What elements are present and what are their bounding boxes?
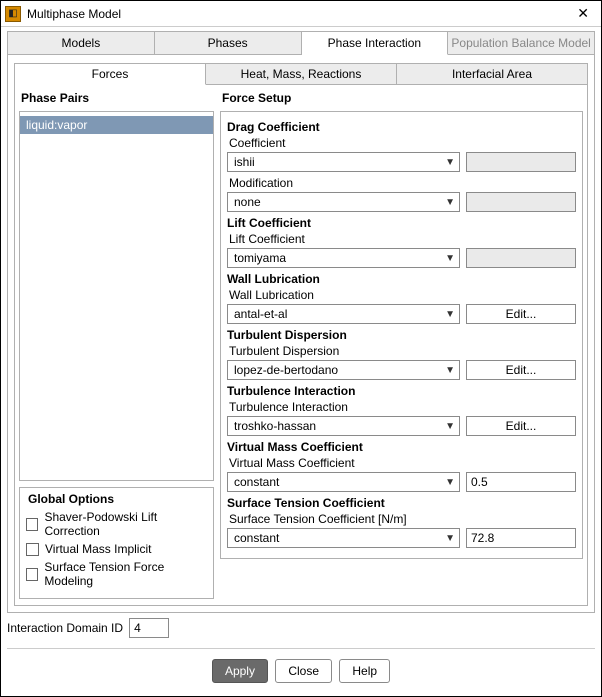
lift-coefficient-header: Lift Coefficient (227, 216, 576, 230)
wall-lubrication-edit-button[interactable]: Edit... (466, 304, 576, 324)
close-button[interactable]: Close (275, 659, 332, 683)
chevron-down-icon: ▼ (445, 421, 455, 432)
tab-models[interactable]: Models (8, 32, 155, 55)
phase-pairs-list[interactable]: liquid:vapor (19, 111, 214, 481)
main-tabbar: Models Phases Phase Interaction Populati… (7, 31, 595, 55)
apply-button[interactable]: Apply (212, 659, 268, 683)
checkbox-icon[interactable] (26, 518, 38, 531)
turbulence-interaction-header: Turbulence Interaction (227, 384, 576, 398)
virtual-mass-coefficient-header: Virtual Mass Coefficient (227, 440, 576, 454)
virtual-mass-coefficient-label: Virtual Mass Coefficient (229, 456, 576, 470)
phase-interaction-page: Forces Heat, Mass, Reactions Interfacial… (7, 55, 595, 613)
turbulent-dispersion-label: Turbulent Dispersion (229, 344, 576, 358)
surface-tension-coefficient-select[interactable]: constant ▼ (227, 528, 460, 548)
tab-phase-interaction[interactable]: Phase Interaction (302, 32, 449, 55)
turbulence-interaction-edit-button[interactable]: Edit... (466, 416, 576, 436)
tab-phases[interactable]: Phases (155, 32, 302, 55)
checkbox-label: Shaver-Podowski Lift Correction (44, 510, 207, 538)
checkbox-virtual-mass-implicit[interactable]: Virtual Mass Implicit (26, 542, 207, 556)
turbulent-dispersion-header: Turbulent Dispersion (227, 328, 576, 342)
select-value: constant (234, 475, 279, 489)
sub-tabbar: Forces Heat, Mass, Reactions Interfacial… (14, 63, 588, 85)
chevron-down-icon: ▼ (445, 477, 455, 488)
select-value: ishii (234, 155, 255, 169)
virtual-mass-coefficient-input[interactable] (466, 472, 576, 492)
checkbox-label: Surface Tension Force Modeling (44, 560, 207, 588)
surface-tension-coefficient-header: Surface Tension Coefficient (227, 496, 576, 510)
checkbox-icon[interactable] (26, 543, 39, 556)
surface-tension-coefficient-input[interactable] (466, 528, 576, 548)
select-value: none (234, 195, 261, 209)
drag-coefficient-select[interactable]: ishii ▼ (227, 152, 460, 172)
turbulence-interaction-label: Turbulence Interaction (229, 400, 576, 414)
close-icon[interactable]: ✕ (573, 5, 593, 22)
checkbox-label: Virtual Mass Implicit (45, 542, 151, 556)
separator (7, 648, 595, 649)
checkbox-icon[interactable] (26, 568, 38, 581)
force-setup-panel: Drag Coefficient Coefficient ishii ▼ Mod… (220, 111, 583, 559)
interaction-domain-id-input[interactable] (129, 618, 169, 638)
titlebar: ◧ Multiphase Model ✕ (1, 1, 601, 27)
virtual-mass-coefficient-select[interactable]: constant ▼ (227, 472, 460, 492)
select-value: tomiyama (234, 251, 286, 265)
footer-buttons: Apply Close Help (1, 653, 601, 693)
phase-pairs-header: Phase Pairs (21, 91, 214, 105)
surface-tension-coefficient-label: Surface Tension Coefficient [N/m] (229, 512, 576, 526)
interaction-domain-id-label: Interaction Domain ID (7, 621, 123, 635)
turbulent-dispersion-edit-button[interactable]: Edit... (466, 360, 576, 380)
lift-coefficient-label: Lift Coefficient (229, 232, 576, 246)
wall-lubrication-select[interactable]: antal-et-al ▼ (227, 304, 460, 324)
app-icon: ◧ (5, 6, 21, 22)
chevron-down-icon: ▼ (445, 533, 455, 544)
turbulent-dispersion-select[interactable]: lopez-de-bertodano ▼ (227, 360, 460, 380)
force-setup-header: Force Setup (222, 91, 583, 105)
phase-pair-item[interactable]: liquid:vapor (20, 116, 213, 134)
select-value: troshko-hassan (234, 419, 316, 433)
help-button[interactable]: Help (339, 659, 390, 683)
select-value: lopez-de-bertodano (234, 363, 338, 377)
chevron-down-icon: ▼ (445, 309, 455, 320)
window-title: Multiphase Model (27, 7, 573, 21)
chevron-down-icon: ▼ (445, 253, 455, 264)
chevron-down-icon: ▼ (445, 197, 455, 208)
drag-modification-select[interactable]: none ▼ (227, 192, 460, 212)
chevron-down-icon: ▼ (445, 157, 455, 168)
tab-forces[interactable]: Forces (15, 64, 206, 85)
checkbox-shaver-podowski[interactable]: Shaver-Podowski Lift Correction (26, 510, 207, 538)
drag-modification-sidefield (466, 192, 576, 212)
select-value: constant (234, 531, 279, 545)
global-options-header: Global Options (28, 492, 207, 506)
lift-coefficient-sidefield (466, 248, 576, 268)
wall-lubrication-label: Wall Lubrication (229, 288, 576, 302)
chevron-down-icon: ▼ (445, 365, 455, 376)
drag-coefficient-sidefield (466, 152, 576, 172)
tab-heat-mass-reactions[interactable]: Heat, Mass, Reactions (206, 64, 397, 85)
wall-lubrication-header: Wall Lubrication (227, 272, 576, 286)
drag-coefficient-header: Drag Coefficient (227, 120, 576, 134)
select-value: antal-et-al (234, 307, 287, 321)
modification-label: Modification (229, 176, 576, 190)
checkbox-surface-tension-force-modeling[interactable]: Surface Tension Force Modeling (26, 560, 207, 588)
turbulence-interaction-select[interactable]: troshko-hassan ▼ (227, 416, 460, 436)
lift-coefficient-select[interactable]: tomiyama ▼ (227, 248, 460, 268)
coefficient-label: Coefficient (229, 136, 576, 150)
tab-interfacial-area[interactable]: Interfacial Area (397, 64, 587, 85)
forces-page: Phase Pairs liquid:vapor Global Options … (14, 85, 588, 606)
tab-population-balance: Population Balance Model (448, 32, 594, 55)
